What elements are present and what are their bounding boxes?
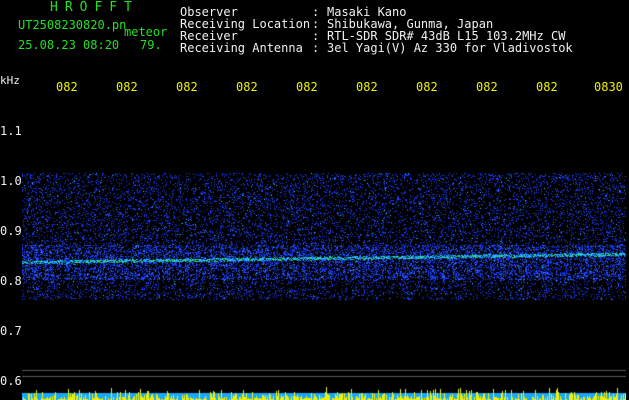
spectrogram-plot [22,95,626,390]
x-tick-label: 082 [356,80,378,94]
x-tick-label: 082 [416,80,438,94]
y-tick-label: 0.9 [0,224,22,238]
x-tick-label: 0830 [594,80,623,94]
x-tick-label: 082 [536,80,558,94]
y-tick-label: 0.7 [0,324,22,338]
hrofft-spectrogram-window: HROFFT UT2508230820.pn meteor 25.08.23 0… [0,0,629,400]
x-tick-label: 082 [296,80,318,94]
y-unit-label: kHz [0,74,20,87]
file-name: UT2508230820.pn [18,18,127,32]
x-tick-label: 082 [476,80,498,94]
y-tick-label: 0.8 [0,274,22,288]
x-tick-label: 082 [236,80,258,94]
signal-level-bars [22,381,626,400]
meteor-count: 79. [140,38,162,52]
antenna-colon: : [312,41,320,55]
y-tick-label: 1.1 [0,124,22,138]
y-tick-label: 1.0 [0,174,22,188]
meteor-label: meteor [124,25,168,39]
app-title: HROFFT [50,0,139,15]
date-time: 25.08.23 08:20 [18,38,120,52]
y-tick-label: 0.6 [0,374,22,388]
x-tick-label: 082 [176,80,198,94]
x-tick-label: 082 [56,80,78,94]
antenna-label: Receiving Antenna [180,41,303,55]
antenna-value: 3el Yagi(V) Az 330 for Vladivostok [327,41,573,55]
x-tick-label: 082 [116,80,138,94]
